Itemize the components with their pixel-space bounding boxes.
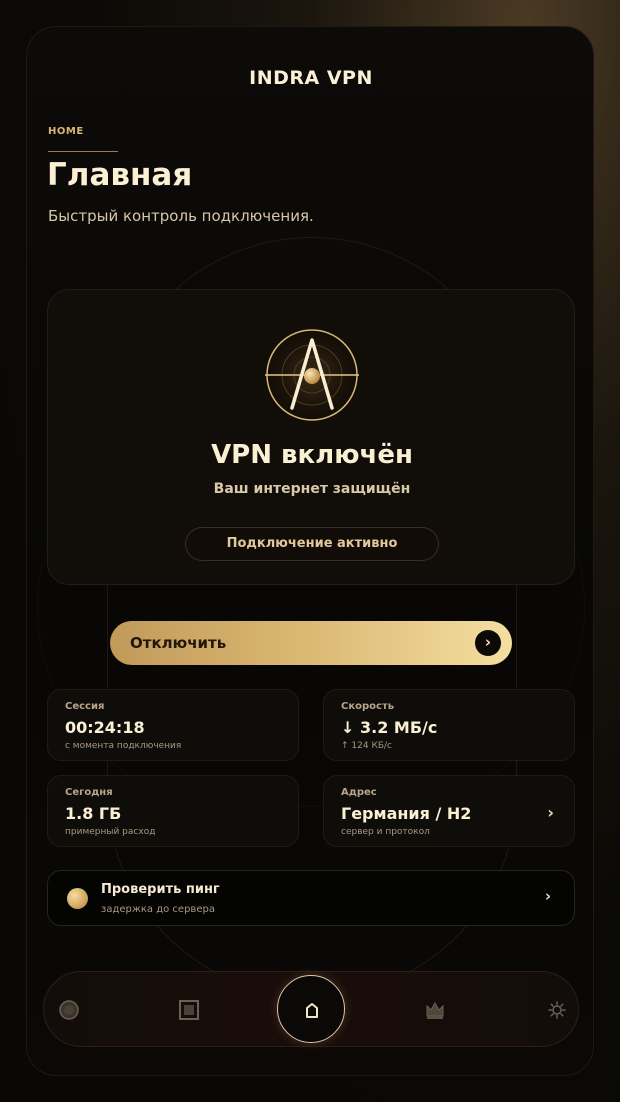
speed-tile: Скорость ↓ 3.2 МБ/с ↑ 124 КБ/с bbox=[323, 689, 575, 761]
address-tile[interactable]: Адрес Германия / H2 сервер и протокол › bbox=[323, 775, 575, 847]
page-subtitle: Быстрый контроль подключения. bbox=[48, 207, 314, 225]
connection-active-badge: Подключение активно bbox=[185, 527, 439, 561]
address-value: Германия / H2 bbox=[341, 804, 472, 823]
home-icon bbox=[306, 1003, 318, 1018]
session-value: 00:24:18 bbox=[65, 718, 145, 737]
today-note: примерный расход bbox=[65, 827, 156, 837]
ping-subtitle: задержка до сервера bbox=[101, 904, 215, 915]
ping-title: Проверить пинг bbox=[101, 882, 220, 897]
check-ping-button[interactable]: Проверить пинг задержка до сервера › bbox=[47, 870, 575, 926]
status-subtitle: Ваш интернет защищён bbox=[213, 481, 411, 497]
bottom-tab-bar bbox=[43, 971, 579, 1047]
disconnect-label: Отключить bbox=[130, 634, 227, 652]
breadcrumb[interactable]: HOME bbox=[48, 126, 84, 137]
speed-label: Скорость bbox=[341, 701, 395, 712]
session-note: с момента подключения bbox=[65, 741, 182, 751]
crown-icon[interactable] bbox=[421, 996, 449, 1024]
disconnect-button[interactable]: Отключить › bbox=[110, 621, 512, 665]
app-title: INDRA VPN bbox=[249, 67, 373, 89]
status-title: VPN включён bbox=[211, 440, 413, 470]
today-label: Сегодня bbox=[65, 787, 113, 798]
connection-status-card: VPN включён Ваш интернет защищён Подключ… bbox=[47, 289, 575, 585]
today-usage-tile: Сегодня 1.8 ГБ примерный расход bbox=[47, 775, 299, 847]
app-frame: INDRA VPN HOME Главная Быстрый контроль … bbox=[26, 26, 594, 1076]
chevron-right-icon: › bbox=[547, 803, 554, 822]
chevron-right-icon: › bbox=[475, 630, 501, 656]
breadcrumb-underline bbox=[48, 151, 118, 152]
address-label: Адрес bbox=[341, 787, 377, 798]
address-note: сервер и протокол bbox=[341, 827, 430, 837]
session-label: Сессия bbox=[65, 701, 105, 712]
servers-icon[interactable] bbox=[175, 996, 203, 1024]
tab-home[interactable] bbox=[277, 975, 345, 1043]
download-speed-value: ↓ 3.2 МБ/с bbox=[341, 718, 438, 737]
upload-speed-value: ↑ 124 КБ/с bbox=[341, 741, 392, 751]
session-tile: Сессия 00:24:18 с момента подключения bbox=[47, 689, 299, 761]
gear-icon[interactable] bbox=[543, 996, 571, 1024]
chevron-right-icon: › bbox=[544, 887, 551, 905]
today-value: 1.8 ГБ bbox=[65, 804, 122, 823]
indra-logo-icon bbox=[265, 329, 359, 421]
globe-icon[interactable] bbox=[55, 996, 83, 1024]
ping-orb-icon bbox=[67, 888, 88, 909]
page-title: Главная bbox=[47, 157, 193, 193]
